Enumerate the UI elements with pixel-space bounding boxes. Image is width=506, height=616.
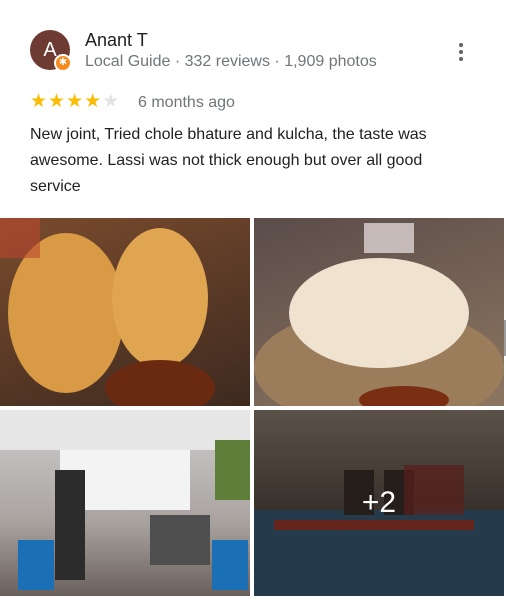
star-rating: ★ ★ ★ ★ ★ bbox=[30, 92, 119, 112]
review-photo-kulcha[interactable] bbox=[254, 218, 504, 406]
star-icon: ★ bbox=[48, 91, 66, 112]
star-icon: ★ bbox=[66, 91, 84, 112]
star-icon: ★ bbox=[30, 91, 48, 112]
review-photo-interior[interactable] bbox=[0, 410, 250, 596]
more-photos-count[interactable]: +2 bbox=[254, 410, 504, 596]
interior-photo-art bbox=[0, 410, 250, 590]
star-icon: ★ bbox=[102, 91, 120, 112]
review-photo-counter[interactable]: +2 bbox=[254, 410, 504, 596]
more-vert-icon[interactable] bbox=[452, 40, 470, 64]
review-text: New joint, Tried chole bhature and kulch… bbox=[30, 126, 427, 195]
local-guide-badge-icon: ✱ bbox=[54, 54, 72, 72]
review-photo-bhature[interactable] bbox=[0, 218, 250, 406]
review-time: 6 months ago bbox=[138, 94, 235, 111]
review-card: A ✱ Anant T Local Guide · 332 reviews · … bbox=[0, 0, 506, 616]
reviewer-name[interactable]: Anant T bbox=[85, 30, 148, 51]
bhature-photo-art bbox=[0, 218, 215, 406]
star-icon: ★ bbox=[84, 91, 102, 112]
reviewer-meta: Local Guide · 332 reviews · 1,909 photos bbox=[85, 53, 377, 70]
kulcha-photo-art bbox=[254, 223, 504, 406]
